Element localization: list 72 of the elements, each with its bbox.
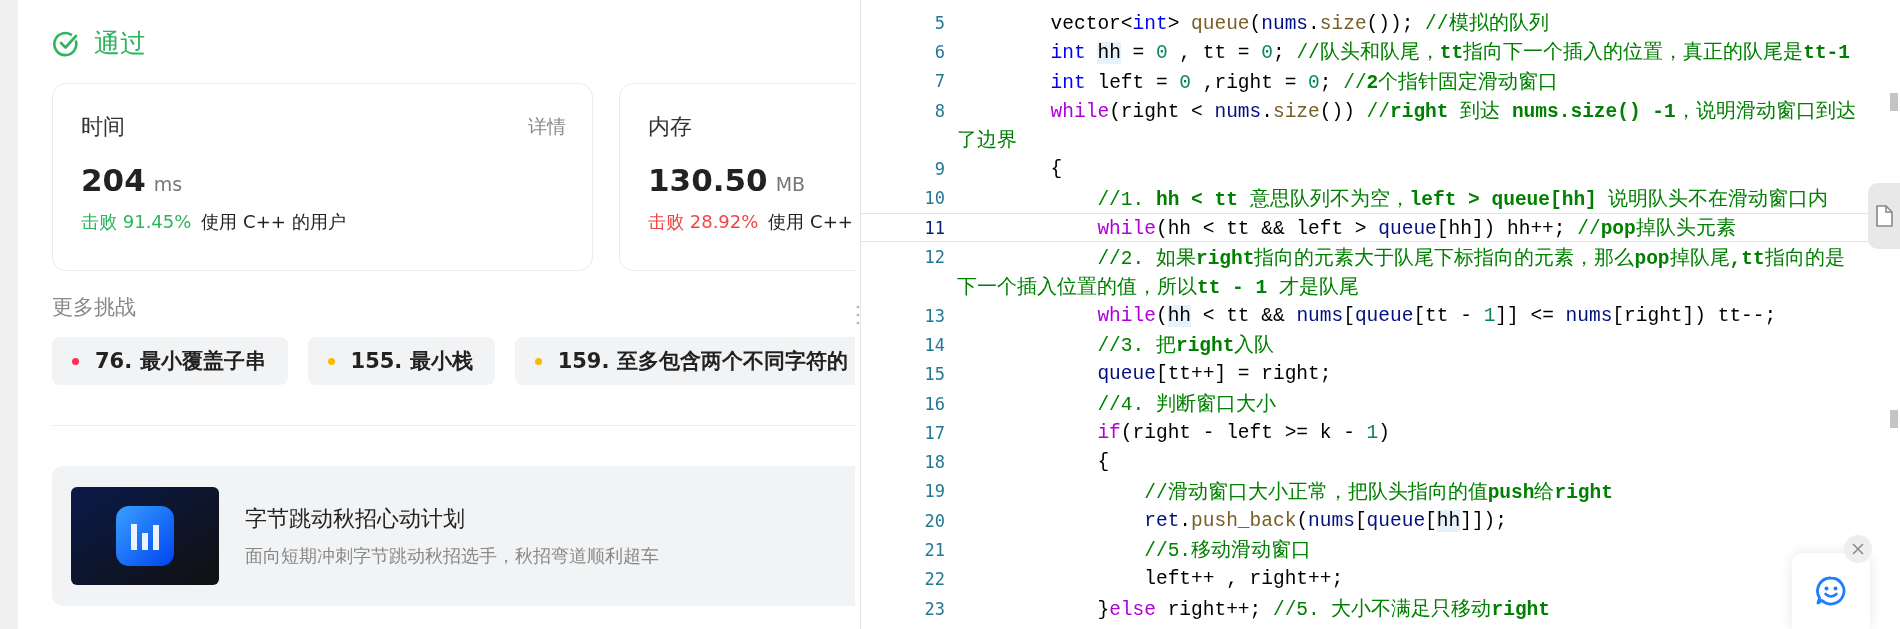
line-number: 22 <box>923 569 945 590</box>
scroll-marker <box>1890 410 1898 428</box>
problem-chip[interactable]: 159. 至多包含两个不同字符的 <box>514 337 855 385</box>
card-title: 内存 <box>648 113 692 141</box>
beat-percent: 击败 91.45% <box>81 210 192 234</box>
code-line: while(right < nums.size()) //right 到达 nums.size() -1，说明滑动窗口到达 <box>1049 99 1856 125</box>
code-line: while(hh < tt && left > queue[hh]) hh++; //pop掉队头元素 <box>1096 216 1736 242</box>
line-number: 18 <box>923 452 945 473</box>
line-number: 20 <box>923 510 945 531</box>
stat-unit: ms <box>153 173 183 195</box>
line-number: 19 <box>923 481 945 502</box>
stat-value: 204 <box>81 162 146 198</box>
code-line: { <box>1049 158 1063 181</box>
promo-title: 字节跳动秋招心动计划 <box>245 505 466 533</box>
code-line: //3. 把right入队 <box>1096 333 1275 359</box>
code-line: //2. 如果right指向的元素大于队尾下标指向的元素，那么pop掉队尾,tt指向的是 <box>1096 246 1845 271</box>
detail-link[interactable]: 详情 <box>528 114 566 140</box>
line-number: 14 <box>923 334 945 355</box>
line-number: 7 <box>933 71 945 92</box>
line-number: 16 <box>923 393 945 414</box>
problem-title: 159. 至多包含两个不同字符的 <box>557 348 848 375</box>
close-button[interactable] <box>1844 535 1872 563</box>
problem-title: 155. 最小栈 <box>350 348 473 375</box>
problem-title: 76. 最小覆盖子串 <box>95 348 266 375</box>
code-line: 下一个插入位置的值，所以tt - 1 才是队尾 <box>957 275 1359 300</box>
code-line: vector<int> queue(nums.size()); //模拟的队列 <box>1049 11 1549 37</box>
beat-note: 使用 C++ 的用户 <box>201 210 346 234</box>
card-title: 时间 <box>81 113 125 141</box>
file-icon <box>1875 205 1893 227</box>
code-line: //4. 判断窗口大小 <box>1096 392 1276 417</box>
stat-value: 130.50 <box>648 162 768 198</box>
line-number: 10 <box>923 188 945 209</box>
drag-handle-icon[interactable] <box>855 303 860 326</box>
line-number: 17 <box>923 422 945 443</box>
promo-card[interactable]: 字节跳动秋招心动计划 面向短期冲刺字节跳动秋招选手，秋招弯道顺利超车 <box>52 466 855 606</box>
code-line: ret.push_back(nums[queue[hh]]); <box>1143 509 1508 532</box>
status-text: 通过 <box>94 27 146 60</box>
problem-chip[interactable]: 155. 最小栈 <box>307 337 495 385</box>
scroll-marker <box>1890 93 1898 111</box>
line-number: 23 <box>923 598 945 619</box>
check-circle-icon <box>52 29 80 58</box>
side-tab[interactable] <box>1868 183 1900 249</box>
line-number: 8 <box>933 100 945 121</box>
code-line: { <box>1096 451 1110 474</box>
section-title: 更多挑战 <box>52 294 137 321</box>
stat-unit: MB <box>775 173 806 195</box>
code-line: //5.移动滑动窗口 <box>1143 538 1312 564</box>
code-line: //滑动窗口大小正常，把队头指向的值push给right <box>1143 480 1613 505</box>
code-line: }else right++; //5. 大小不满足只移动right <box>1096 597 1550 623</box>
code-line: int left = 0 ,right = 0; //2个指针固定滑动窗口 <box>1049 70 1559 95</box>
line-number: 11 <box>923 217 945 238</box>
line-number: 13 <box>923 305 945 326</box>
line-number: 5 <box>933 12 945 33</box>
code-line: while(hh < tt && nums[queue[tt - 1]] <= nums[right]) tt--; <box>1096 304 1777 327</box>
line-number: 15 <box>923 364 945 385</box>
line-number: 21 <box>923 540 945 560</box>
code-line: queue[tt++] = right; <box>1096 363 1332 386</box>
beat-percent: 击败 28.92% <box>648 210 759 234</box>
line-number: 12 <box>923 247 945 267</box>
code-line: 了边界 <box>957 128 1017 154</box>
close-icon <box>1852 543 1864 555</box>
code-line: if(right - left >= k - 1) <box>1096 421 1390 444</box>
smile-icon <box>1815 575 1847 607</box>
line-number: 6 <box>933 41 945 62</box>
line-number: 9 <box>933 159 945 180</box>
feedback-button[interactable] <box>1792 553 1870 629</box>
promo-subtitle: 面向短期冲刺字节跳动秋招选手，秋招弯道顺利超车 <box>245 544 659 568</box>
code-line: int hh = 0 , tt = 0; //队头和队尾，tt指向下一个插入的位置，真正的队尾是tt-1 <box>1049 40 1850 66</box>
problem-chip[interactable]: 76. 最小覆盖子串 <box>52 337 288 385</box>
code-line: //1. hh < tt 意思队列不为空，left > queue[hh] 说明队头不在滑动窗口内 <box>1096 187 1829 212</box>
beat-note: 使用 C++ <box>768 210 853 234</box>
code-line: left++ , right++; <box>1143 568 1344 591</box>
